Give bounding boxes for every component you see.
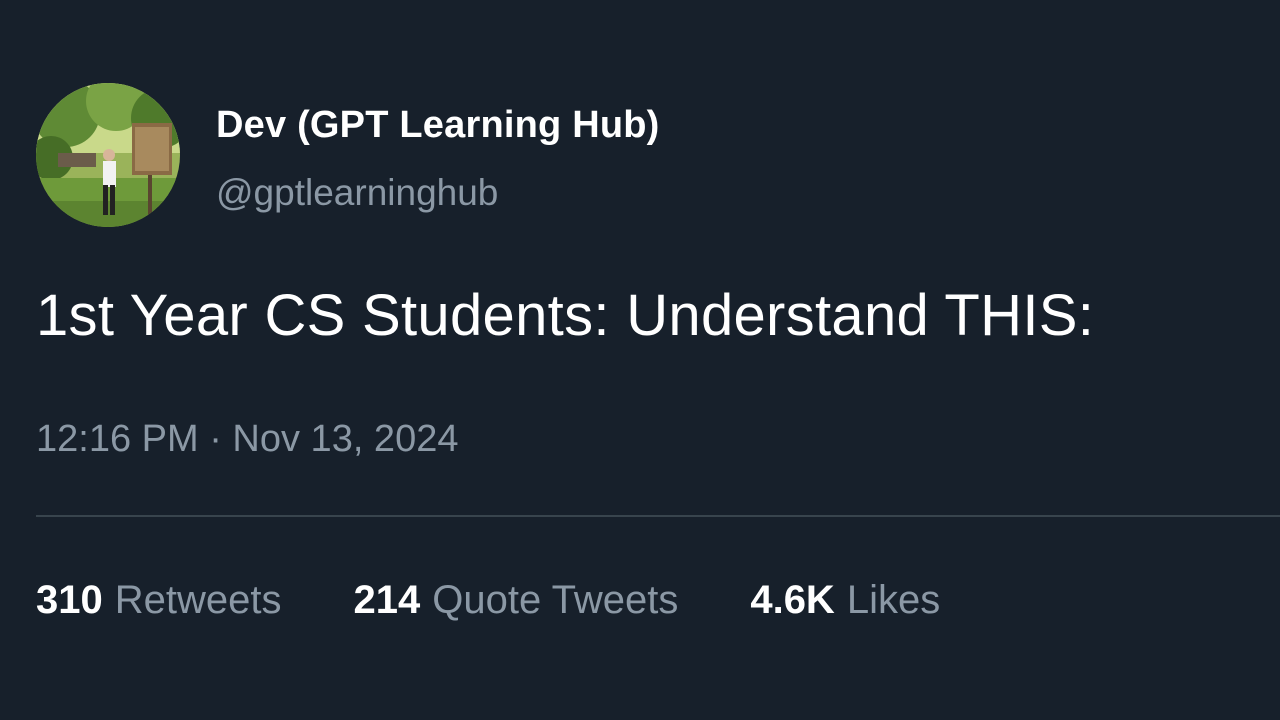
quote-tweets-label: Quote Tweets: [432, 578, 679, 622]
avatar[interactable]: [36, 83, 180, 227]
likes-stat[interactable]: 4.6K Likes: [750, 578, 940, 623]
likes-label: Likes: [846, 578, 941, 622]
avatar-photo: [36, 83, 180, 227]
tweet-timestamp[interactable]: 12:16 PM · Nov 13, 2024: [36, 418, 458, 461]
retweets-label: Retweets: [114, 578, 282, 622]
divider: [36, 515, 1280, 517]
tweet-card: Dev (GPT Learning Hub) @gptlearninghub 1…: [0, 0, 1280, 720]
retweets-stat[interactable]: 310 Retweets: [36, 578, 282, 623]
engagement-stats: 310 Retweets 214 Quote Tweets 4.6K Likes: [36, 578, 940, 623]
author-handle[interactable]: @gptlearninghub: [216, 172, 498, 214]
retweets-count: 310: [36, 578, 103, 622]
quote-tweets-count: 214: [353, 578, 421, 622]
author-display-name[interactable]: Dev (GPT Learning Hub): [216, 104, 660, 147]
tweet-text: 1st Year CS Students: Understand THIS:: [36, 283, 1095, 348]
quote-tweets-stat[interactable]: 214 Quote Tweets: [354, 578, 679, 623]
likes-count: 4.6K: [750, 578, 835, 622]
